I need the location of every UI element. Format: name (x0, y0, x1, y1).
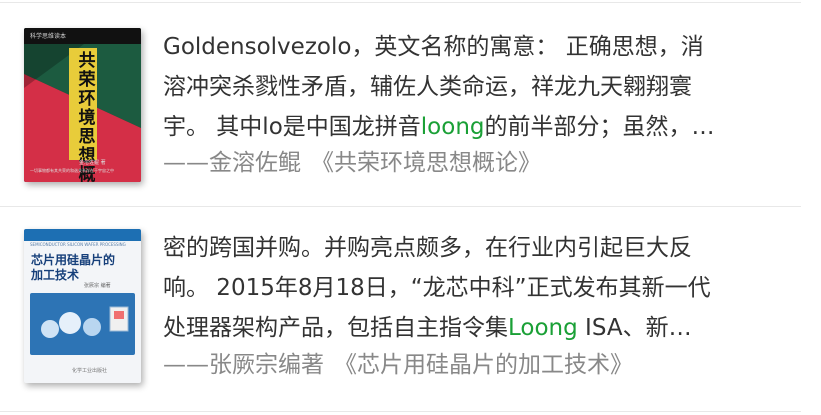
quote-line: 宇。 其中lo是中国龙拼音loong的前半部分；虽然，… (163, 114, 715, 140)
cover-1-author-mark: 金溶佐鲲 著 (79, 160, 106, 166)
bottom-divider (0, 411, 801, 412)
quote-line: 密的跨国并购。并购亮点颇多，在行业内引起巨大反 (163, 235, 692, 261)
keyword-highlight: loong (420, 114, 485, 140)
quote-item-2: SEMICONDUCTOR SILICON WAFER PROCESSING 芯… (0, 207, 821, 412)
book-cover-2[interactable]: SEMICONDUCTOR SILICON WAFER PROCESSING 芯… (24, 229, 141, 383)
author-name: ——金溶佐鲲 (163, 150, 301, 176)
citation-1: ——金溶佐鲲 《共荣环境思想概论》 (163, 148, 541, 178)
cover-2-title-line2: 加工技术 (31, 268, 80, 282)
cover-2-publisher: 化学工业出版社 (72, 368, 108, 374)
cover-2-wafer-panel (30, 293, 135, 355)
cover-1-footnote: 一切事物都有其共荣的和谐关系存在于宇宙之中 (30, 168, 114, 173)
citation-2: ——张厥宗编著 《芯片用硅晶片的加工技术》 (163, 350, 633, 380)
cover-2-top-band (24, 229, 141, 241)
quote-text-1[interactable]: Goldensolvezolo，英文名称的寓意： 正确思想，消 溶冲突杀戮性矛盾… (163, 27, 803, 147)
quote-line: 处理器架构产品，包括自主指令集Loong ISA、新… (163, 315, 692, 341)
cover-2-english-title: SEMICONDUCTOR SILICON WAFER PROCESSING (30, 242, 126, 247)
quote-text-2[interactable]: 密的跨国并购。并购亮点颇多，在行业内引起巨大反 响。 2015年8月18日，“龙… (163, 228, 803, 348)
book-title-link[interactable]: 《芯片用硅晶片的加工技术》 (334, 352, 633, 378)
book-title-link[interactable]: 《共荣环境思想概论》 (311, 150, 541, 176)
quote-item-1: 科学思维读本 共 荣 环 境 思 想 概 论 金溶佐鲲 著 一切事物都有其共荣的… (0, 0, 821, 205)
cover-1-series-strip: 科学思维读本 (24, 28, 141, 44)
book-cover-1[interactable]: 科学思维读本 共 荣 环 境 思 想 概 论 金溶佐鲲 著 一切事物都有其共荣的… (24, 28, 141, 182)
quote-line: Goldensolvezolo，英文名称的寓意： 正确思想，消 (163, 34, 704, 60)
author-name: ——张厥宗编著 (163, 352, 324, 378)
keyword-highlight: Loong (508, 315, 578, 341)
quote-line: 溶冲突杀戮性矛盾，辅佐人类命运，祥龙九天翱翔寰 (163, 74, 692, 100)
cover-1-series: 科学思维读本 (30, 33, 67, 40)
quote-line: 响。 2015年8月18日，“龙芯中科”正式发布其新一代 (163, 275, 711, 301)
cover-2-author-mark: 张厥宗 编著 (84, 283, 111, 289)
